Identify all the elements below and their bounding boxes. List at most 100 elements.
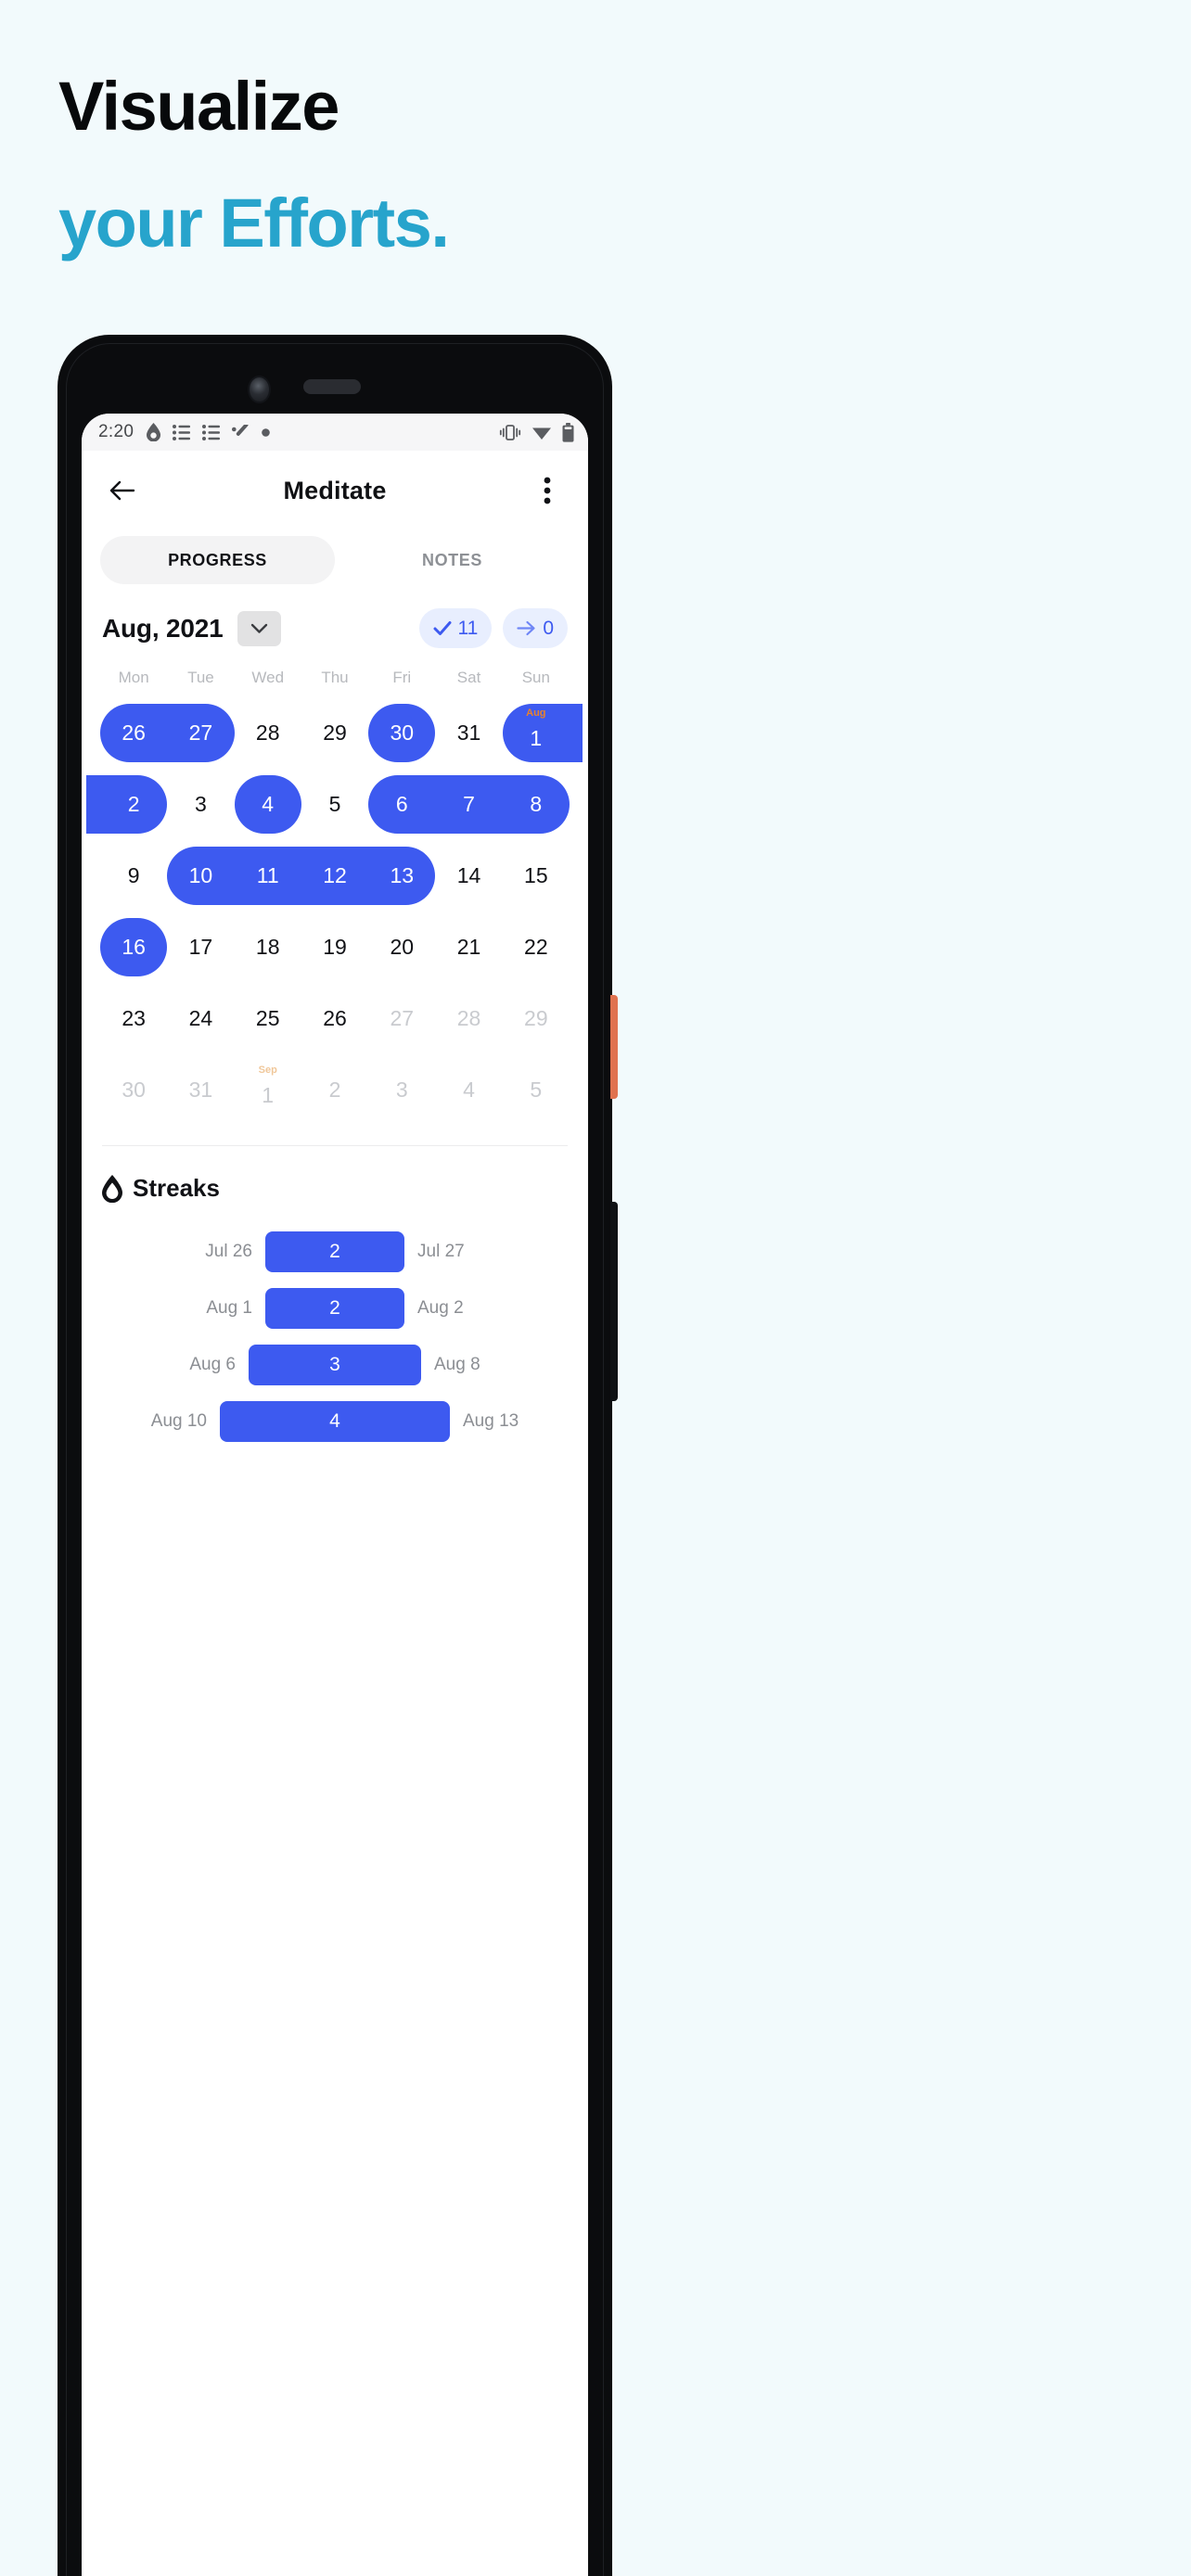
calendar-day[interactable]: 7 — [435, 775, 502, 834]
calendar-day[interactable]: Aug 1 — [503, 704, 570, 762]
streak-row[interactable]: Jul 26 2 Jul 27 — [95, 1223, 575, 1280]
calendar-day[interactable]: 3 — [167, 775, 234, 834]
calendar-day[interactable]: 26 — [301, 989, 368, 1048]
calendar-day[interactable]: 10 — [167, 847, 234, 905]
completed-badge[interactable]: 11 — [418, 608, 493, 648]
day-number: 26 — [122, 721, 146, 745]
calendar-day[interactable]: Sep 1 — [235, 1061, 301, 1119]
calendar-day[interactable]: 26 — [100, 704, 167, 762]
calendar: Mon Tue Wed Thu Fri Sat Sun 26 27 28 29 — [82, 648, 588, 1119]
volume-button[interactable] — [610, 1202, 618, 1401]
day-number: 4 — [262, 792, 275, 816]
calendar-day[interactable]: 5 — [301, 775, 368, 834]
day-number: 23 — [122, 1006, 146, 1030]
overflow-menu-button[interactable] — [527, 470, 568, 511]
calendar-day[interactable]: 22 — [503, 918, 570, 976]
calendar-day[interactable]: 27 — [167, 704, 234, 762]
calendar-day[interactable]: 19 — [301, 918, 368, 976]
calendar-week-row: 16 17 18 19 20 21 22 — [100, 918, 570, 976]
calendar-day[interactable]: 29 — [301, 704, 368, 762]
day-number: 4 — [463, 1078, 475, 1102]
promo-page: Visualize your Efforts. 2:20 Meditate PR… — [0, 0, 1191, 2576]
day-number: 31 — [456, 721, 481, 745]
calendar-day[interactable]: 15 — [503, 847, 570, 905]
streak-count: 2 — [329, 1296, 340, 1319]
streak-bar: 4 — [220, 1400, 450, 1442]
calendar-day[interactable]: 4 — [435, 1061, 502, 1119]
day-number: 5 — [328, 792, 341, 816]
calendar-day[interactable]: 31 — [435, 704, 502, 762]
streak-row[interactable]: Aug 1 2 Aug 2 — [95, 1280, 575, 1336]
calendar-day[interactable]: 4 — [235, 775, 301, 834]
month-tag: Sep — [258, 1065, 277, 1076]
front-camera-icon — [248, 376, 271, 403]
calendar-day[interactable]: 17 — [167, 918, 234, 976]
day-number: 15 — [524, 863, 548, 887]
skipped-count: 0 — [543, 617, 554, 639]
streak-start-date: Aug 1 — [206, 1297, 252, 1318]
calendar-day[interactable]: 13 — [368, 847, 435, 905]
phone-screen: 2:20 Meditate PROGRESS NOTES Aug, 2021 1… — [82, 414, 588, 2576]
calendar-day[interactable]: 8 — [503, 775, 570, 834]
tab-notes[interactable]: NOTES — [335, 536, 570, 584]
status-bar-left-icons — [147, 423, 499, 441]
streak-bar: 2 — [265, 1231, 404, 1272]
day-number: 14 — [456, 863, 481, 887]
calendar-day[interactable]: 23 — [100, 989, 167, 1048]
power-button[interactable] — [610, 995, 618, 1099]
day-number: 8 — [530, 792, 543, 816]
day-number: 22 — [524, 935, 548, 959]
day-number: 28 — [456, 1006, 481, 1030]
skipped-badge[interactable]: 0 — [503, 608, 568, 648]
completed-count: 11 — [457, 617, 479, 639]
day-number: 16 — [122, 935, 146, 959]
streak-start-date: Jul 26 — [205, 1241, 252, 1261]
streak-row[interactable]: Aug 6 3 Aug 8 — [95, 1336, 575, 1393]
calendar-day[interactable]: 31 — [167, 1061, 234, 1119]
day-number: 1 — [262, 1083, 275, 1107]
calendar-day[interactable]: 29 — [503, 989, 570, 1048]
streak-row[interactable]: Aug 10 4 Aug 13 — [95, 1393, 575, 1449]
calendar-day[interactable]: 16 — [100, 918, 167, 976]
day-number: 25 — [255, 1006, 280, 1030]
calendar-day[interactable]: 11 — [235, 847, 301, 905]
streak-count: 2 — [329, 1240, 340, 1262]
calendar-day[interactable]: 6 — [368, 775, 435, 834]
calendar-day[interactable]: 27 — [368, 989, 435, 1048]
calendar-day[interactable]: 9 — [100, 847, 167, 905]
calendar-day[interactable]: 5 — [503, 1061, 570, 1119]
calendar-day[interactable]: 3 — [368, 1061, 435, 1119]
calendar-day[interactable]: 2 — [301, 1061, 368, 1119]
calendar-day[interactable]: 20 — [368, 918, 435, 976]
check-icon — [433, 621, 451, 635]
calendar-day[interactable]: 12 — [301, 847, 368, 905]
streaks-title: Streaks — [133, 1174, 220, 1202]
calendar-day[interactable]: 30 — [368, 704, 435, 762]
status-bar: 2:20 — [82, 414, 588, 451]
calendar-day[interactable]: 24 — [167, 989, 234, 1048]
day-header-thu: Thu — [321, 669, 349, 686]
day-header-mon: Mon — [118, 669, 149, 686]
calendar-day[interactable]: 30 — [100, 1061, 167, 1119]
streak-end-date: Aug 8 — [434, 1354, 480, 1374]
streaks-header: Streaks — [82, 1146, 588, 1203]
day-number: 24 — [188, 1006, 213, 1030]
calendar-day[interactable]: 28 — [235, 704, 301, 762]
battery-icon — [562, 422, 574, 442]
calendar-day[interactable]: 18 — [235, 918, 301, 976]
streak-start-date: Aug 6 — [189, 1354, 236, 1374]
month-dropdown-button[interactable] — [237, 610, 282, 646]
calendar-day[interactable]: 14 — [435, 847, 502, 905]
calendar-day[interactable]: 21 — [435, 918, 502, 976]
status-bar-time: 2:20 — [98, 422, 134, 441]
tab-progress[interactable]: PROGRESS — [100, 536, 335, 584]
calendar-day[interactable]: 2 — [100, 775, 167, 834]
app-bar: Meditate — [82, 451, 588, 530]
day-number: 2 — [127, 792, 140, 816]
back-button[interactable] — [102, 470, 143, 511]
day-number: 13 — [390, 863, 415, 887]
calendar-day[interactable]: 25 — [235, 989, 301, 1048]
calendar-day-headers: Mon Tue Wed Thu Fri Sat Sun — [100, 669, 570, 691]
calendar-day[interactable]: 28 — [435, 989, 502, 1048]
day-header-tue: Tue — [187, 669, 214, 686]
